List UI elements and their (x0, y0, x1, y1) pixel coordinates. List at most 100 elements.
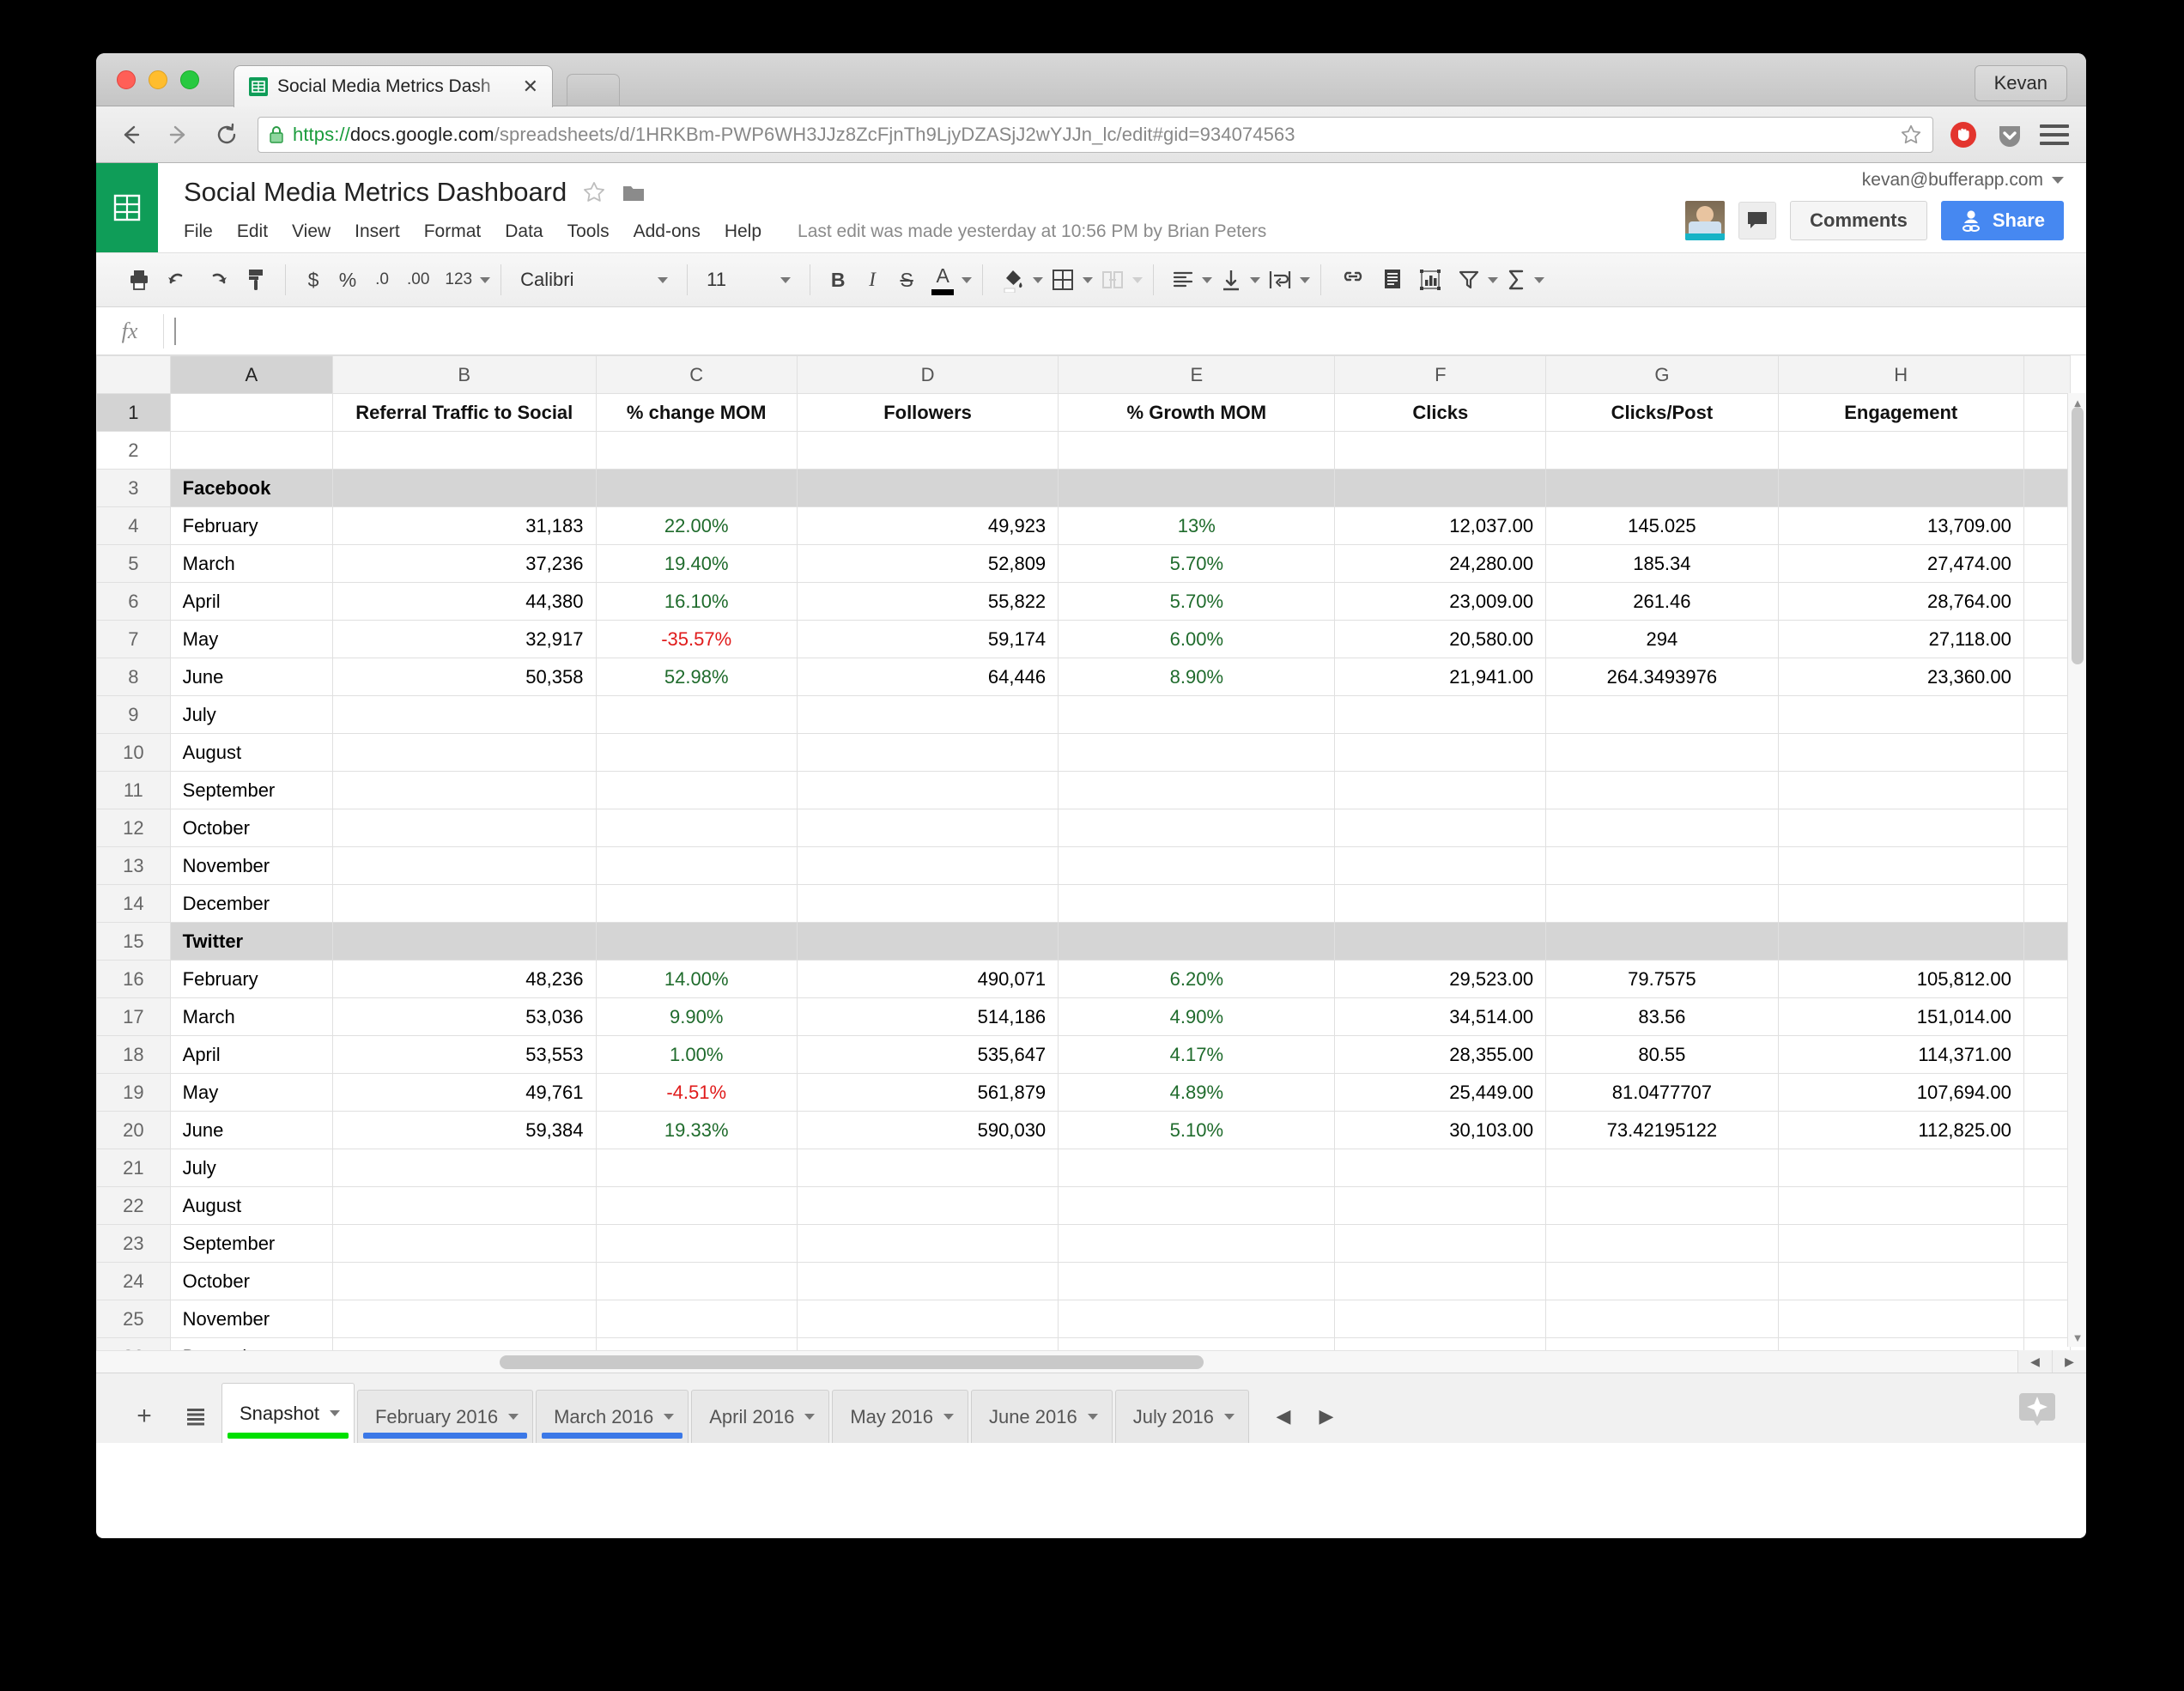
column-title-cell[interactable]: Followers (796, 393, 1059, 432)
sheet-tab-chevron-down-icon[interactable] (1223, 1414, 1235, 1420)
sheet-cell[interactable]: 52,809 (796, 544, 1059, 583)
sheet-cell[interactable] (1058, 771, 1336, 809)
star-document-icon[interactable] (582, 180, 606, 204)
sheet-cell[interactable] (796, 1224, 1059, 1263)
sheet-cell[interactable] (2023, 544, 2072, 583)
sheet-cell[interactable]: July (169, 1149, 333, 1187)
sheet-cell[interactable] (1545, 884, 1779, 923)
sheet-cell[interactable] (2023, 1149, 2072, 1187)
row-header[interactable]: 17 (96, 997, 171, 1036)
sheet-cell[interactable] (1334, 1262, 1547, 1300)
browser-menu-icon[interactable] (2040, 124, 2069, 145)
sheet-cell[interactable] (331, 1149, 597, 1187)
sheet-cell[interactable]: 50,358 (331, 658, 597, 696)
sheet-cell[interactable] (2023, 1224, 2072, 1263)
sheet-cell[interactable] (1545, 809, 1779, 847)
sheet-cell[interactable] (1334, 846, 1547, 885)
sheet-cell[interactable]: 19.33% (595, 1111, 798, 1149)
sheet-cell[interactable] (796, 846, 1059, 885)
menu-view[interactable]: View (280, 218, 343, 245)
column-title-cell[interactable]: Clicks (1334, 393, 1547, 432)
sheet-cell[interactable] (2023, 1035, 2072, 1074)
sheet-cell[interactable] (796, 809, 1059, 847)
vertical-align-icon[interactable] (1212, 263, 1250, 297)
row-header[interactable]: 12 (96, 809, 171, 847)
sheet-tab-chevron-down-icon[interactable] (329, 1410, 340, 1416)
sheet-cell[interactable]: 294 (1545, 620, 1779, 658)
share-button[interactable]: Share (1940, 201, 2064, 240)
sheet-cell[interactable] (1545, 922, 1779, 961)
sheet-cell[interactable] (1777, 733, 2024, 772)
sheet-cell[interactable] (1334, 771, 1547, 809)
sheet-tab-chevron-down-icon[interactable] (664, 1414, 675, 1420)
sheet-cell[interactable] (1058, 1224, 1336, 1263)
sheet-cell[interactable]: June (169, 1111, 333, 1149)
sheet-cell[interactable]: April (169, 1035, 333, 1074)
sheet-tab[interactable]: Snapshot (221, 1383, 355, 1443)
sheet-cell[interactable]: 514,186 (796, 997, 1059, 1036)
sheet-cell[interactable]: 29,523.00 (1334, 960, 1547, 998)
sheet-cell[interactable] (1334, 1149, 1547, 1187)
menu-format[interactable]: Format (412, 218, 494, 245)
sheets-logo-icon[interactable] (96, 163, 158, 252)
print-icon[interactable] (120, 263, 158, 297)
sheet-cell[interactable]: 5.70% (1058, 544, 1336, 583)
sheet-cell[interactable] (796, 922, 1059, 961)
sheet-cell[interactable]: 49,761 (331, 1073, 597, 1112)
sheet-cell[interactable]: 151,014.00 (1777, 997, 2024, 1036)
row-header[interactable]: 24 (96, 1262, 171, 1300)
sheet-cell[interactable]: 27,474.00 (1777, 544, 2024, 583)
sheet-cell[interactable] (2023, 506, 2072, 545)
row-header[interactable]: 4 (96, 506, 171, 545)
sheet-cell[interactable] (595, 884, 798, 923)
sheet-cell[interactable]: 59,384 (331, 1111, 597, 1149)
sheet-cell[interactable] (796, 884, 1059, 923)
sheet-cell[interactable]: 30,103.00 (1334, 1111, 1547, 1149)
strikethrough-button[interactable]: S (889, 263, 924, 297)
sheet-cell[interactable] (595, 695, 798, 734)
sheet-cell[interactable] (2023, 733, 2072, 772)
row-header[interactable]: 5 (96, 544, 171, 583)
sheet-cell[interactable] (2023, 1186, 2072, 1225)
row-header[interactable]: 13 (96, 846, 171, 885)
sheet-cell[interactable]: August (169, 1186, 333, 1225)
sheet-cell[interactable]: 6.00% (1058, 620, 1336, 658)
currency-format-button[interactable]: $ (296, 263, 331, 297)
sheet-cell[interactable] (331, 431, 597, 470)
sheet-cell[interactable]: 6.20% (1058, 960, 1336, 998)
select-all-corner[interactable] (96, 355, 171, 394)
sheet-cell[interactable]: 1.00% (595, 1035, 798, 1074)
sheet-cell[interactable] (331, 809, 597, 847)
row-header[interactable]: 20 (96, 1111, 171, 1149)
sheet-cell[interactable]: 490,071 (796, 960, 1059, 998)
sheet-cell[interactable] (2023, 1073, 2072, 1112)
sheet-cell[interactable] (796, 1149, 1059, 1187)
sheet-cell[interactable] (331, 1300, 597, 1338)
insert-chart-icon[interactable] (1410, 263, 1450, 297)
sheet-cell[interactable]: October (169, 1262, 333, 1300)
sheet-cell[interactable]: 5.70% (1058, 582, 1336, 621)
sheet-cell[interactable]: 14.00% (595, 960, 798, 998)
comments-button[interactable]: Comments (1790, 201, 1927, 240)
maximize-window-button[interactable] (180, 70, 199, 89)
comment-bubble-icon[interactable] (1738, 202, 1777, 239)
sheet-cell[interactable] (1545, 695, 1779, 734)
row-header[interactable]: 1 (96, 393, 171, 432)
sheet-cell[interactable]: 5.10% (1058, 1111, 1336, 1149)
sheet-cell[interactable]: 44,380 (331, 582, 597, 621)
sheet-cell[interactable] (1334, 809, 1547, 847)
sheet-cell[interactable] (1334, 733, 1547, 772)
sheet-cell[interactable] (1334, 1186, 1547, 1225)
sheet-cell[interactable]: Twitter (169, 922, 333, 961)
sheet-cell[interactable] (2023, 809, 2072, 847)
sheet-cell[interactable] (1777, 884, 2024, 923)
sheet-cell[interactable] (1058, 733, 1336, 772)
add-sheet-icon[interactable]: + (118, 1390, 170, 1443)
sheet-cell[interactable]: 261.46 (1545, 582, 1779, 621)
sheet-cell[interactable] (2023, 431, 2072, 470)
paint-format-icon[interactable] (237, 263, 275, 297)
sheet-cell[interactable] (1058, 846, 1336, 885)
sheet-cell[interactable] (595, 1224, 798, 1263)
row-header[interactable]: 25 (96, 1300, 171, 1338)
column-header-b[interactable]: B (331, 355, 597, 394)
